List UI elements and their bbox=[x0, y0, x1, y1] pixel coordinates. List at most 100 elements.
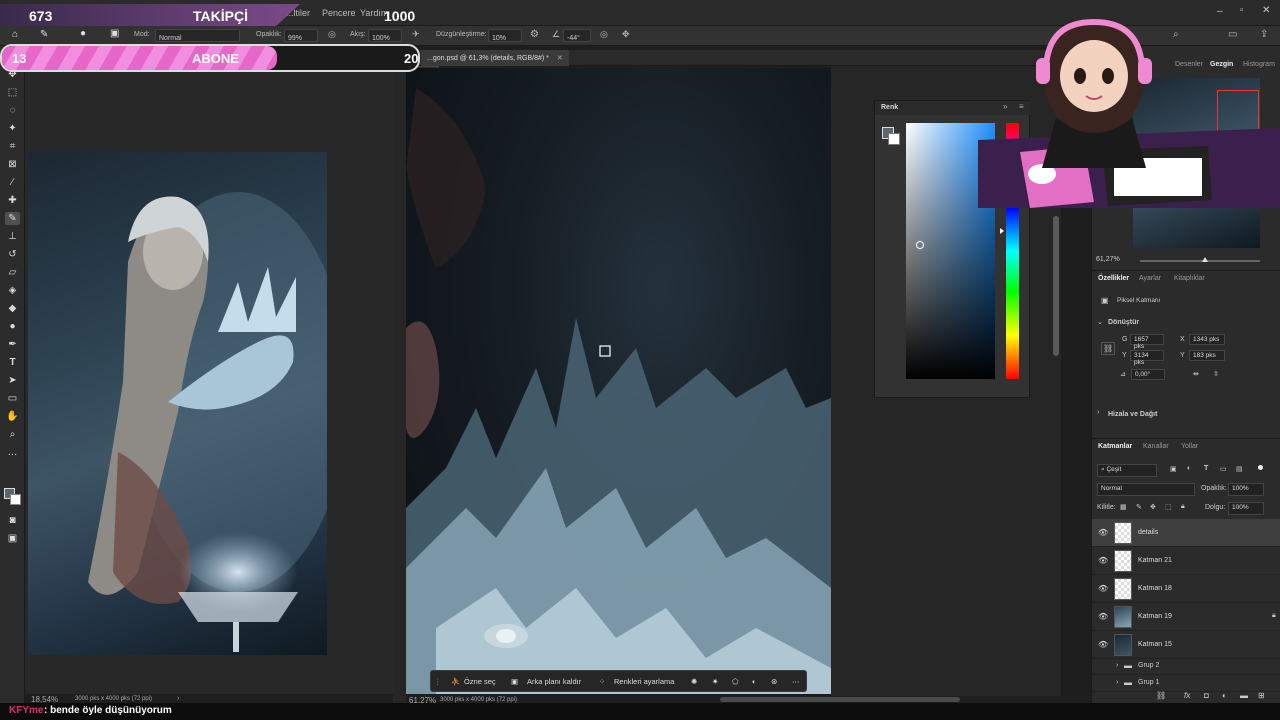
angle-field[interactable]: -44° bbox=[563, 29, 591, 42]
eyedropper-tool-icon[interactable]: ⁄ bbox=[5, 176, 20, 189]
main-canvas[interactable] bbox=[406, 68, 831, 694]
brush-tool-icon[interactable]: ✎ bbox=[5, 212, 20, 225]
transform-chevron-icon[interactable]: ⌄ bbox=[1097, 318, 1103, 326]
transform-title[interactable]: Dönüştür bbox=[1108, 319, 1139, 326]
screen-mode-icon[interactable]: ▣ bbox=[5, 532, 20, 545]
brush-preset-icon[interactable]: ✎ bbox=[40, 29, 48, 40]
lock-transparent-icon[interactable]: ▦ bbox=[1120, 503, 1127, 511]
link-layers-icon[interactable]: ⛓ bbox=[1156, 691, 1166, 700]
crop-tool-icon[interactable]: ⌗ bbox=[5, 140, 20, 153]
zoom-tool-icon[interactable]: ⌕ bbox=[5, 428, 20, 441]
layer-opacity-field[interactable]: 100% bbox=[1228, 483, 1264, 496]
brush-size-icon[interactable]: ● bbox=[80, 28, 86, 39]
visibility-eye-icon[interactable]: 👁︎ bbox=[1098, 528, 1108, 537]
hand-tool-icon[interactable]: ✋ bbox=[5, 410, 20, 423]
width-field[interactable]: 1657 pks bbox=[1130, 334, 1164, 350]
vertical-scrollbar[interactable] bbox=[1053, 216, 1059, 356]
pressure-size-icon[interactable]: ◎ bbox=[600, 29, 608, 40]
filter-type-icon[interactable]: T bbox=[1204, 465, 1208, 472]
brush-settings-icon[interactable]: ▣ bbox=[110, 28, 119, 39]
align-chevron-icon[interactable]: › bbox=[1097, 409, 1099, 416]
quick-mask-icon[interactable]: ◙ bbox=[5, 514, 20, 527]
flip-vertical-icon[interactable]: ⇳ bbox=[1213, 370, 1219, 378]
pen-tool-icon[interactable]: ✒ bbox=[5, 338, 20, 351]
flow-field[interactable]: 100% bbox=[368, 29, 402, 42]
shape-tool-icon[interactable]: ▭ bbox=[5, 392, 20, 405]
visibility-eye-icon[interactable]: 👁︎ bbox=[1098, 640, 1108, 649]
tab-document[interactable]: ...gon.psd @ 61,3% (details, RGB/8#) * ✕ bbox=[421, 50, 569, 66]
refine-icon[interactable]: ✷ bbox=[712, 677, 718, 686]
home-icon[interactable]: ⌂ bbox=[12, 29, 18, 40]
color-panel-bg-swatch[interactable] bbox=[888, 133, 900, 145]
opacity-field[interactable]: 99% bbox=[284, 29, 318, 42]
history-brush-tool-icon[interactable]: ↺ bbox=[5, 248, 20, 261]
gradient-tool-icon[interactable]: ◈ bbox=[5, 284, 20, 297]
select-subject-button[interactable]: Özne seç bbox=[464, 677, 496, 686]
minimize-button[interactable]: – bbox=[1217, 6, 1223, 17]
height-field[interactable]: 3134 pks bbox=[1130, 350, 1164, 366]
filter-adjust-icon[interactable]: ◐ bbox=[1187, 465, 1191, 472]
mask-icon[interactable]: ◐ bbox=[752, 677, 757, 686]
menu-item-window[interactable]: Pencere bbox=[322, 8, 356, 18]
group-row[interactable]: › ▬ Grup 1 bbox=[1092, 676, 1280, 692]
layer-row[interactable]: 👁︎ details bbox=[1092, 519, 1280, 547]
filter-toggle[interactable] bbox=[1258, 465, 1263, 470]
dodge-tool-icon[interactable]: ● bbox=[5, 320, 20, 333]
smoothing-field[interactable]: 10% bbox=[488, 29, 522, 42]
drag-handle-icon[interactable]: ⋮ bbox=[434, 677, 442, 686]
layer-row[interactable]: 👁︎ Katman 19 🔒︎ bbox=[1092, 603, 1280, 631]
filter-pixel-icon[interactable]: ▣ bbox=[1170, 465, 1177, 473]
visibility-eye-icon[interactable]: 👁︎ bbox=[1098, 584, 1108, 593]
smoothing-settings-icon[interactable]: ⚙ bbox=[530, 29, 539, 40]
quick-select-tool-icon[interactable]: ✦ bbox=[5, 122, 20, 135]
blend-mode-select[interactable]: Normal bbox=[1097, 483, 1195, 496]
maximize-button[interactable]: ▫ bbox=[1240, 5, 1244, 16]
lock-artboard-icon[interactable]: ⬚ bbox=[1165, 503, 1172, 511]
eraser-tool-icon[interactable]: ▱ bbox=[5, 266, 20, 279]
add-mask-icon[interactable]: ◘ bbox=[1204, 691, 1209, 700]
blur-tool-icon[interactable]: ◆ bbox=[5, 302, 20, 315]
left-status-arrow-icon[interactable]: › bbox=[177, 695, 179, 702]
visibility-eye-icon[interactable]: 👁︎ bbox=[1098, 612, 1108, 621]
group-chevron-icon[interactable]: › bbox=[1116, 662, 1118, 669]
fill-field[interactable]: 100% bbox=[1228, 502, 1264, 515]
transform-icon[interactable]: ⬠ bbox=[732, 677, 739, 686]
rotate-angle-field[interactable]: 0,00° bbox=[1131, 369, 1165, 380]
x-field[interactable]: 1343 pks bbox=[1189, 334, 1225, 345]
group-chevron-icon[interactable]: › bbox=[1116, 679, 1118, 686]
generative-fill-icon[interactable]: ✺ bbox=[691, 677, 697, 686]
adjustment-layer-icon[interactable]: ◐ bbox=[1222, 691, 1227, 700]
type-tool-icon[interactable]: T bbox=[5, 356, 20, 369]
tab-properties[interactable]: Özellikler bbox=[1098, 275, 1129, 282]
horizontal-scrollbar[interactable] bbox=[720, 697, 960, 702]
artwork-thumbnail[interactable] bbox=[28, 152, 327, 655]
close-button[interactable]: ✕ bbox=[1262, 5, 1270, 16]
tab-layers[interactable]: Katmanlar bbox=[1098, 443, 1132, 450]
layer-row[interactable]: 👁︎ Katman 18 bbox=[1092, 575, 1280, 603]
tab-paths[interactable]: Yollar bbox=[1181, 443, 1198, 450]
visibility-eye-icon[interactable]: 👁︎ bbox=[1098, 556, 1108, 565]
layer-row[interactable]: 👁︎ Katman 15 bbox=[1092, 631, 1280, 659]
layer-filter-select[interactable]: ⌕ Çeşit bbox=[1097, 464, 1157, 477]
pressure-opacity-icon[interactable]: ◎ bbox=[328, 29, 336, 40]
filter-smart-icon[interactable]: ▤ bbox=[1236, 465, 1243, 473]
layer-row[interactable]: 👁︎ Katman 21 bbox=[1092, 547, 1280, 575]
lock-position-icon[interactable]: ✥ bbox=[1150, 503, 1156, 511]
tab-libraries[interactable]: Kitaplıklar bbox=[1174, 275, 1205, 282]
tab-adjustments[interactable]: Ayarlar bbox=[1139, 275, 1161, 282]
fx-icon[interactable]: fx bbox=[1184, 691, 1190, 700]
link-icon[interactable]: ⛓ bbox=[1101, 342, 1116, 355]
more-options-icon[interactable]: ⋯ bbox=[792, 677, 800, 686]
lasso-tool-icon[interactable]: ◌ bbox=[5, 104, 20, 117]
color-picker-cursor[interactable] bbox=[916, 241, 924, 249]
mode-select[interactable]: Normal bbox=[155, 29, 240, 42]
tab-channels[interactable]: Kanallar bbox=[1143, 443, 1169, 450]
symmetry-icon[interactable]: ✥ bbox=[622, 29, 630, 40]
lock-pixels-icon[interactable]: ✎ bbox=[1136, 503, 1142, 511]
navigator-zoom-slider[interactable] bbox=[1140, 257, 1260, 262]
navigator-zoom-handle[interactable] bbox=[1202, 257, 1208, 262]
hue-slider-handle[interactable] bbox=[1000, 228, 1004, 234]
airbrush-icon[interactable]: ✈ bbox=[412, 29, 420, 40]
stamp-tool-icon[interactable]: ⊥ bbox=[5, 230, 20, 243]
group-row[interactable]: › ▬ Grup 2 bbox=[1092, 659, 1280, 675]
